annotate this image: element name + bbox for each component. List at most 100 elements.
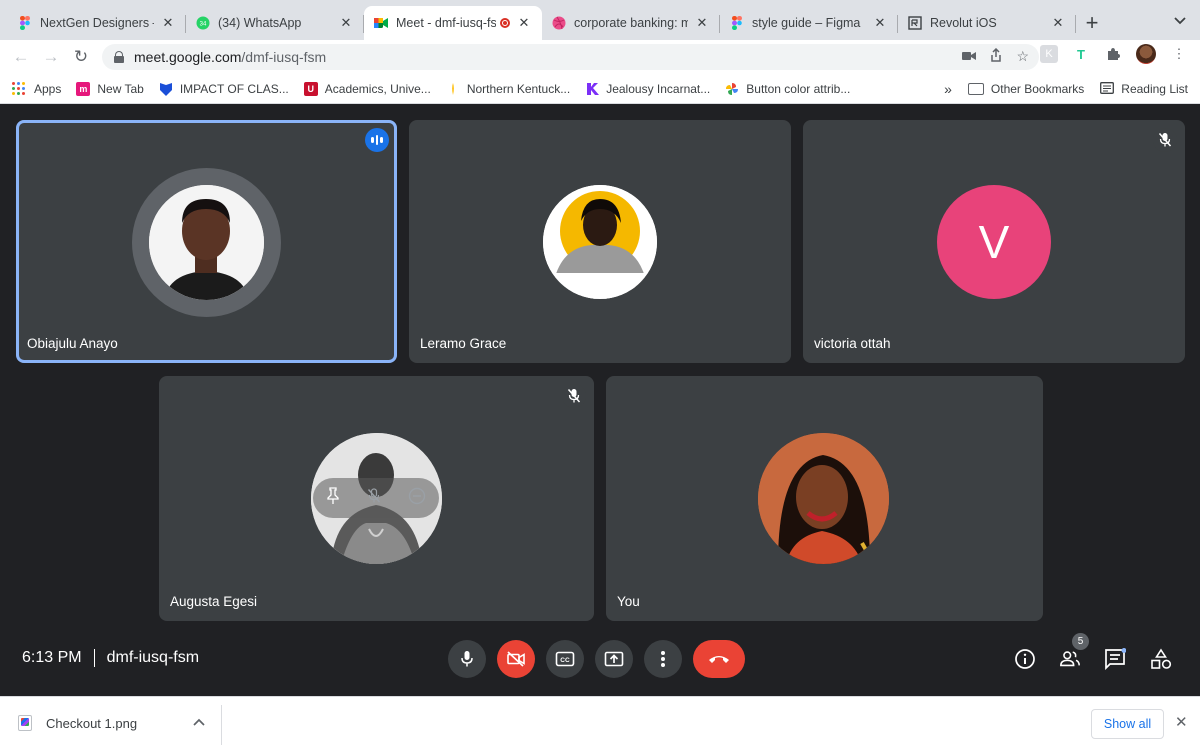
present-icon: [604, 651, 624, 667]
extensions-area: K T ⋮: [1040, 44, 1188, 64]
mute-participant-icon[interactable]: [367, 487, 381, 509]
close-tab-icon[interactable]: ✕: [1050, 15, 1066, 31]
present-screen-button[interactable]: [595, 640, 633, 678]
bookmark-jealousy[interactable]: Jealousy Incarnat...: [585, 82, 710, 96]
microphone-button[interactable]: [448, 640, 486, 678]
tab-style-guide[interactable]: style guide – Figma ✕: [720, 6, 898, 40]
chevron-down-icon[interactable]: [1174, 14, 1186, 28]
activities-shapes-icon: [1151, 648, 1172, 669]
reading-list-label: Reading List: [1121, 82, 1188, 96]
tab-revolut[interactable]: Revolut iOS ✕: [898, 6, 1076, 40]
participant-name: You: [617, 594, 640, 609]
chevron-up-icon[interactable]: [193, 713, 205, 729]
close-tab-icon[interactable]: ✕: [338, 15, 354, 31]
puzzle-icon[interactable]: [1104, 45, 1122, 63]
share-icon[interactable]: [990, 47, 1002, 65]
dribbble-icon: [552, 16, 566, 30]
reading-list[interactable]: Reading List: [1100, 81, 1188, 97]
whatsapp-icon: 34: [196, 16, 210, 30]
bookmark-academics[interactable]: U Academics, Unive...: [303, 81, 431, 96]
bookmark-label: Academics, Unive...: [324, 81, 431, 96]
remove-participant-icon[interactable]: [408, 487, 426, 510]
bookmark-new-tab[interactable]: m New Tab: [76, 81, 144, 96]
forward-arrow-icon[interactable]: →: [36, 47, 66, 67]
apps-grid-icon: [12, 81, 26, 96]
lock-icon: [114, 51, 124, 63]
bookmark-label: New Tab: [97, 81, 144, 96]
divider: [221, 705, 222, 745]
close-tab-icon[interactable]: ✕: [694, 15, 710, 31]
avatar: [758, 433, 889, 564]
camera-off-icon: [507, 651, 525, 667]
participant-name: Obiajulu Anayo: [27, 336, 118, 351]
meeting-area: Obiajulu Anayo Leramo Grace V victoria o…: [0, 104, 1200, 696]
back-arrow-icon[interactable]: ←: [6, 47, 36, 67]
new-tab-button[interactable]: +: [1076, 6, 1108, 40]
chat-button[interactable]: [1104, 648, 1126, 670]
captions-icon: CC: [555, 651, 575, 667]
close-tab-icon[interactable]: ✕: [160, 15, 176, 31]
tab-whatsapp[interactable]: 34 (34) WhatsApp ✕: [186, 6, 364, 40]
bookmark-label: IMPACT OF CLAS...: [179, 81, 289, 96]
star-icon[interactable]: ☆: [1016, 48, 1029, 65]
extension-k-icon[interactable]: K: [1040, 45, 1058, 63]
leave-call-button[interactable]: [693, 640, 745, 678]
divider: [93, 649, 95, 667]
pin-icon[interactable]: [326, 486, 340, 510]
reading-list-icon: [1100, 81, 1115, 97]
participant-tile[interactable]: Leramo Grace: [409, 120, 791, 363]
shield-bookmark-icon: [159, 82, 173, 96]
speaking-indicator-icon: [365, 128, 389, 152]
meeting-details-button[interactable]: [1014, 648, 1036, 670]
url-host: meet.google.com: [134, 49, 242, 65]
tab-meet[interactable]: Meet - dmf-iusq-fs ✕: [364, 6, 542, 40]
camera-icon[interactable]: [962, 48, 977, 65]
participant-count-badge: 5: [1072, 633, 1089, 650]
revolut-icon: [908, 16, 922, 30]
other-bookmarks[interactable]: Other Bookmarks: [967, 82, 1084, 96]
participant-name: victoria ottah: [814, 336, 891, 351]
new-tab-icon: m: [76, 81, 91, 96]
activities-button[interactable]: [1150, 648, 1172, 670]
address-bar[interactable]: meet.google.com/dmf-iusq-fsm ☆: [102, 44, 1039, 70]
tab-title: Revolut iOS: [930, 16, 997, 30]
avatar: [149, 185, 264, 300]
bookmark-impact[interactable]: IMPACT OF CLAS...: [159, 82, 289, 96]
participant-tile[interactable]: Obiajulu Anayo: [16, 120, 397, 363]
participant-tile-self[interactable]: You: [606, 376, 1043, 621]
profile-avatar[interactable]: [1136, 44, 1156, 64]
captions-button[interactable]: CC: [546, 640, 584, 678]
bookmark-apps[interactable]: Apps: [12, 81, 61, 96]
close-tab-icon[interactable]: ✕: [516, 15, 532, 31]
reload-icon[interactable]: ↻: [66, 47, 96, 67]
more-vert-icon[interactable]: ⋮: [1170, 45, 1188, 63]
more-options-button[interactable]: [644, 640, 682, 678]
bookmark-label: Northern Kentuck...: [466, 81, 571, 96]
close-icon[interactable]: ✕: [1175, 713, 1188, 731]
participant-tile[interactable]: V victoria ottah: [803, 120, 1185, 363]
tab-title: style guide – Figma: [752, 16, 861, 30]
recording-icon: [500, 18, 510, 28]
bookmark-label: Jealousy Incarnat...: [606, 81, 711, 96]
browser-chrome: NextGen Designers – F ✕ 34 (34) WhatsApp…: [0, 0, 1200, 104]
show-all-downloads-button[interactable]: Show all: [1091, 709, 1164, 739]
participant-name: Leramo Grace: [420, 336, 507, 351]
extension-t-icon[interactable]: T: [1072, 45, 1090, 63]
tab-nextgen-designers[interactable]: NextGen Designers – F ✕: [8, 6, 186, 40]
microphone-icon: [461, 651, 473, 667]
tab-strip: NextGen Designers – F ✕ 34 (34) WhatsApp…: [0, 0, 1200, 40]
camera-off-button[interactable]: [497, 640, 535, 678]
close-tab-icon[interactable]: ✕: [872, 15, 888, 31]
meeting-info: 6:13 PM dmf-iusq-fsm: [22, 649, 199, 667]
download-item[interactable]: Checkout 1.png: [18, 715, 137, 731]
meeting-time: 6:13 PM: [22, 649, 82, 666]
bookmark-northern-kentucky[interactable]: Northern Kentuck...: [446, 82, 570, 96]
info-icon: [1015, 649, 1035, 669]
bookmarks-overflow-button[interactable]: »: [944, 81, 952, 97]
tab-corporate-banking[interactable]: corporate banking: mo ✕: [542, 6, 720, 40]
hang-up-icon: [709, 656, 729, 663]
bookmarks-bar: Apps m New Tab IMPACT OF CLAS... U Acade…: [0, 74, 1200, 104]
bookmark-button-color[interactable]: Button color attrib...: [725, 82, 850, 96]
nku-icon: [446, 82, 460, 96]
participants-button[interactable]: [1059, 648, 1081, 670]
